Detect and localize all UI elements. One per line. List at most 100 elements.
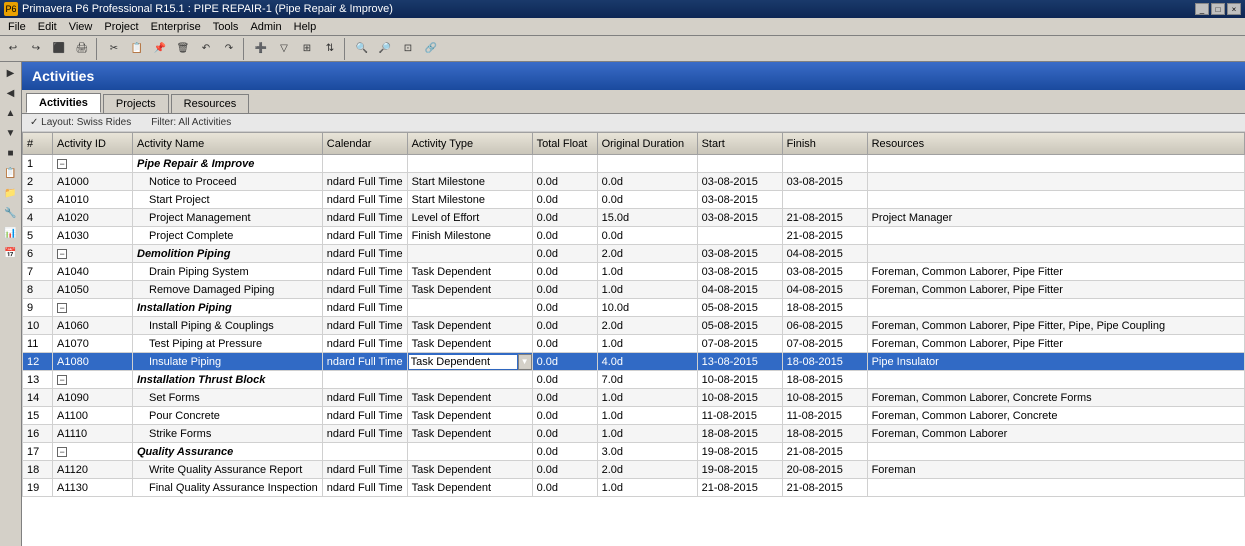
row-id: A1120	[53, 461, 133, 479]
row-id: A1130	[53, 479, 133, 497]
table-row[interactable]: 2 A1000 Notice to Proceed ndard Full Tim…	[23, 173, 1245, 191]
dropdown-arrow[interactable]: ▼	[518, 354, 532, 370]
toolbar-group-1: ↩ ↪ ⬛ 🖨	[2, 38, 93, 60]
menu-admin[interactable]: Admin	[244, 20, 287, 34]
table-row[interactable]: 7 A1040 Drain Piping System ndard Full T…	[23, 263, 1245, 281]
row-calendar	[322, 155, 407, 173]
tb-link[interactable]: 🔗	[420, 38, 442, 60]
row-name: Notice to Proceed	[133, 173, 323, 191]
sidebar-icon-9[interactable]: 📊	[2, 224, 20, 242]
table-row[interactable]: 15 A1100 Pour Concrete ndard Full Time T…	[23, 407, 1245, 425]
row-type: Finish Milestone	[407, 227, 532, 245]
tb-redo[interactable]: ↷	[218, 38, 240, 60]
col-calendar: Calendar	[322, 133, 407, 155]
dropdown-menu[interactable]: Finish MilestoneLevel of EffortResource …	[408, 370, 533, 371]
menu-help[interactable]: Help	[288, 20, 323, 34]
row-resources: Pipe Insulator	[867, 353, 1244, 371]
table-row[interactable]: 3 A1010 Start Project ndard Full Time St…	[23, 191, 1245, 209]
tb-fit[interactable]: ⊡	[397, 38, 419, 60]
tb-filter[interactable]: ▽	[273, 38, 295, 60]
sidebar-icon-3[interactable]: ▲	[2, 104, 20, 122]
table-row[interactable]: 6 − Demolition Piping ndard Full Time 0.…	[23, 245, 1245, 263]
tb-sort[interactable]: ⇅	[319, 38, 341, 60]
tb-zoom-out[interactable]: 🔎	[374, 38, 396, 60]
table-row[interactable]: 16 A1110 Strike Forms ndard Full Time Ta…	[23, 425, 1245, 443]
table-row[interactable]: 18 A1120 Write Quality Assurance Report …	[23, 461, 1245, 479]
sidebar-icon-2[interactable]: ◀	[2, 84, 20, 102]
tab-activities[interactable]: Activities	[26, 93, 101, 113]
maximize-btn[interactable]: □	[1211, 3, 1225, 15]
tb-group[interactable]: ⊞	[296, 38, 318, 60]
table-row[interactable]: 8 A1050 Remove Damaged Piping ndard Full…	[23, 281, 1245, 299]
sidebar-icon-6[interactable]: 📋	[2, 164, 20, 182]
menu-project[interactable]: Project	[98, 20, 144, 34]
row-start: 03-08-2015	[697, 173, 782, 191]
activity-type-dropdown[interactable]: ▼	[408, 354, 532, 370]
sidebar-icon-1[interactable]: ▶	[2, 64, 20, 82]
tab-resources[interactable]: Resources	[171, 94, 250, 113]
row-calendar: ndard Full Time	[322, 299, 407, 317]
tb-cut[interactable]: ✂	[103, 38, 125, 60]
sidebar-icon-8[interactable]: 🔧	[2, 204, 20, 222]
menu-file[interactable]: File	[2, 20, 32, 34]
row-name: Project Complete	[133, 227, 323, 245]
table-row[interactable]: 10 A1060 Install Piping & Couplings ndar…	[23, 317, 1245, 335]
tb-sep-1	[96, 38, 100, 60]
row-calendar: ndard Full Time	[322, 353, 407, 371]
minimize-btn[interactable]: _	[1195, 3, 1209, 15]
row-id: A1090	[53, 389, 133, 407]
row-type: Task Dependent	[407, 407, 532, 425]
tb-copy[interactable]: 📋	[126, 38, 148, 60]
table-row[interactable]: 11 A1070 Test Piping at Pressure ndard F…	[23, 335, 1245, 353]
tb-open[interactable]: ↪	[25, 38, 47, 60]
menu-tools[interactable]: Tools	[207, 20, 245, 34]
row-type-dropdown[interactable]: ▼ Finish MilestoneLevel of EffortResourc…	[407, 353, 532, 371]
tb-print[interactable]: 🖨	[71, 38, 93, 60]
filter-label: Filter: All Activities	[151, 117, 231, 128]
col-total-float: Total Float	[532, 133, 597, 155]
tb-paste[interactable]: 📌	[149, 38, 171, 60]
sidebar-icon-10[interactable]: 📅	[2, 244, 20, 262]
menu-enterprise[interactable]: Enterprise	[145, 20, 207, 34]
row-start: 05-08-2015	[697, 299, 782, 317]
tb-delete[interactable]: 🗑	[172, 38, 194, 60]
collapse-icon[interactable]: −	[57, 303, 67, 313]
row-calendar: ndard Full Time	[322, 317, 407, 335]
sidebar-icon-4[interactable]: ▼	[2, 124, 20, 142]
col-resources: Resources	[867, 133, 1244, 155]
table-row[interactable]: 4 A1020 Project Management ndard Full Ti…	[23, 209, 1245, 227]
dropdown-input[interactable]	[408, 354, 518, 370]
row-type: Task Dependent	[407, 263, 532, 281]
row-dur: 10.0d	[597, 299, 697, 317]
collapse-icon[interactable]: −	[57, 249, 67, 259]
sidebar-icon-5[interactable]: ■	[2, 144, 20, 162]
table-row[interactable]: 14 A1090 Set Forms ndard Full Time Task …	[23, 389, 1245, 407]
tb-add[interactable]: ➕	[250, 38, 272, 60]
row-dur: 1.0d	[597, 425, 697, 443]
collapse-icon[interactable]: −	[57, 375, 67, 385]
row-start: 19-08-2015	[697, 461, 782, 479]
menu-edit[interactable]: Edit	[32, 20, 63, 34]
tb-undo[interactable]: ↶	[195, 38, 217, 60]
collapse-icon[interactable]: −	[57, 447, 67, 457]
collapse-icon[interactable]: −	[57, 159, 67, 169]
row-start: 13-08-2015	[697, 353, 782, 371]
tb-new[interactable]: ↩	[2, 38, 24, 60]
row-num: 9	[23, 299, 53, 317]
tab-projects[interactable]: Projects	[103, 94, 169, 113]
table-row[interactable]: 17 − Quality Assurance 0.0d 3.0d 19-08-2…	[23, 443, 1245, 461]
row-dur: 1.0d	[597, 389, 697, 407]
table-container[interactable]: # Activity ID Activity Name Calendar Act…	[22, 132, 1245, 546]
close-btn[interactable]: ×	[1227, 3, 1241, 15]
table-row[interactable]: 5 A1030 Project Complete ndard Full Time…	[23, 227, 1245, 245]
sidebar-icon-7[interactable]: 📁	[2, 184, 20, 202]
tb-save[interactable]: ⬛	[48, 38, 70, 60]
table-row[interactable]: 9 − Installation Piping ndard Full Time …	[23, 299, 1245, 317]
menu-view[interactable]: View	[63, 20, 99, 34]
tb-zoom-in[interactable]: 🔍	[351, 38, 373, 60]
table-row[interactable]: 12 A1080 Insulate Piping ndard Full Time…	[23, 353, 1245, 371]
row-start: 21-08-2015	[697, 479, 782, 497]
table-row[interactable]: 1 − Pipe Repair & Improve	[23, 155, 1245, 173]
table-row[interactable]: 13 − Installation Thrust Block 0.0d 7.0d…	[23, 371, 1245, 389]
table-row[interactable]: 19 A1130 Final Quality Assurance Inspect…	[23, 479, 1245, 497]
